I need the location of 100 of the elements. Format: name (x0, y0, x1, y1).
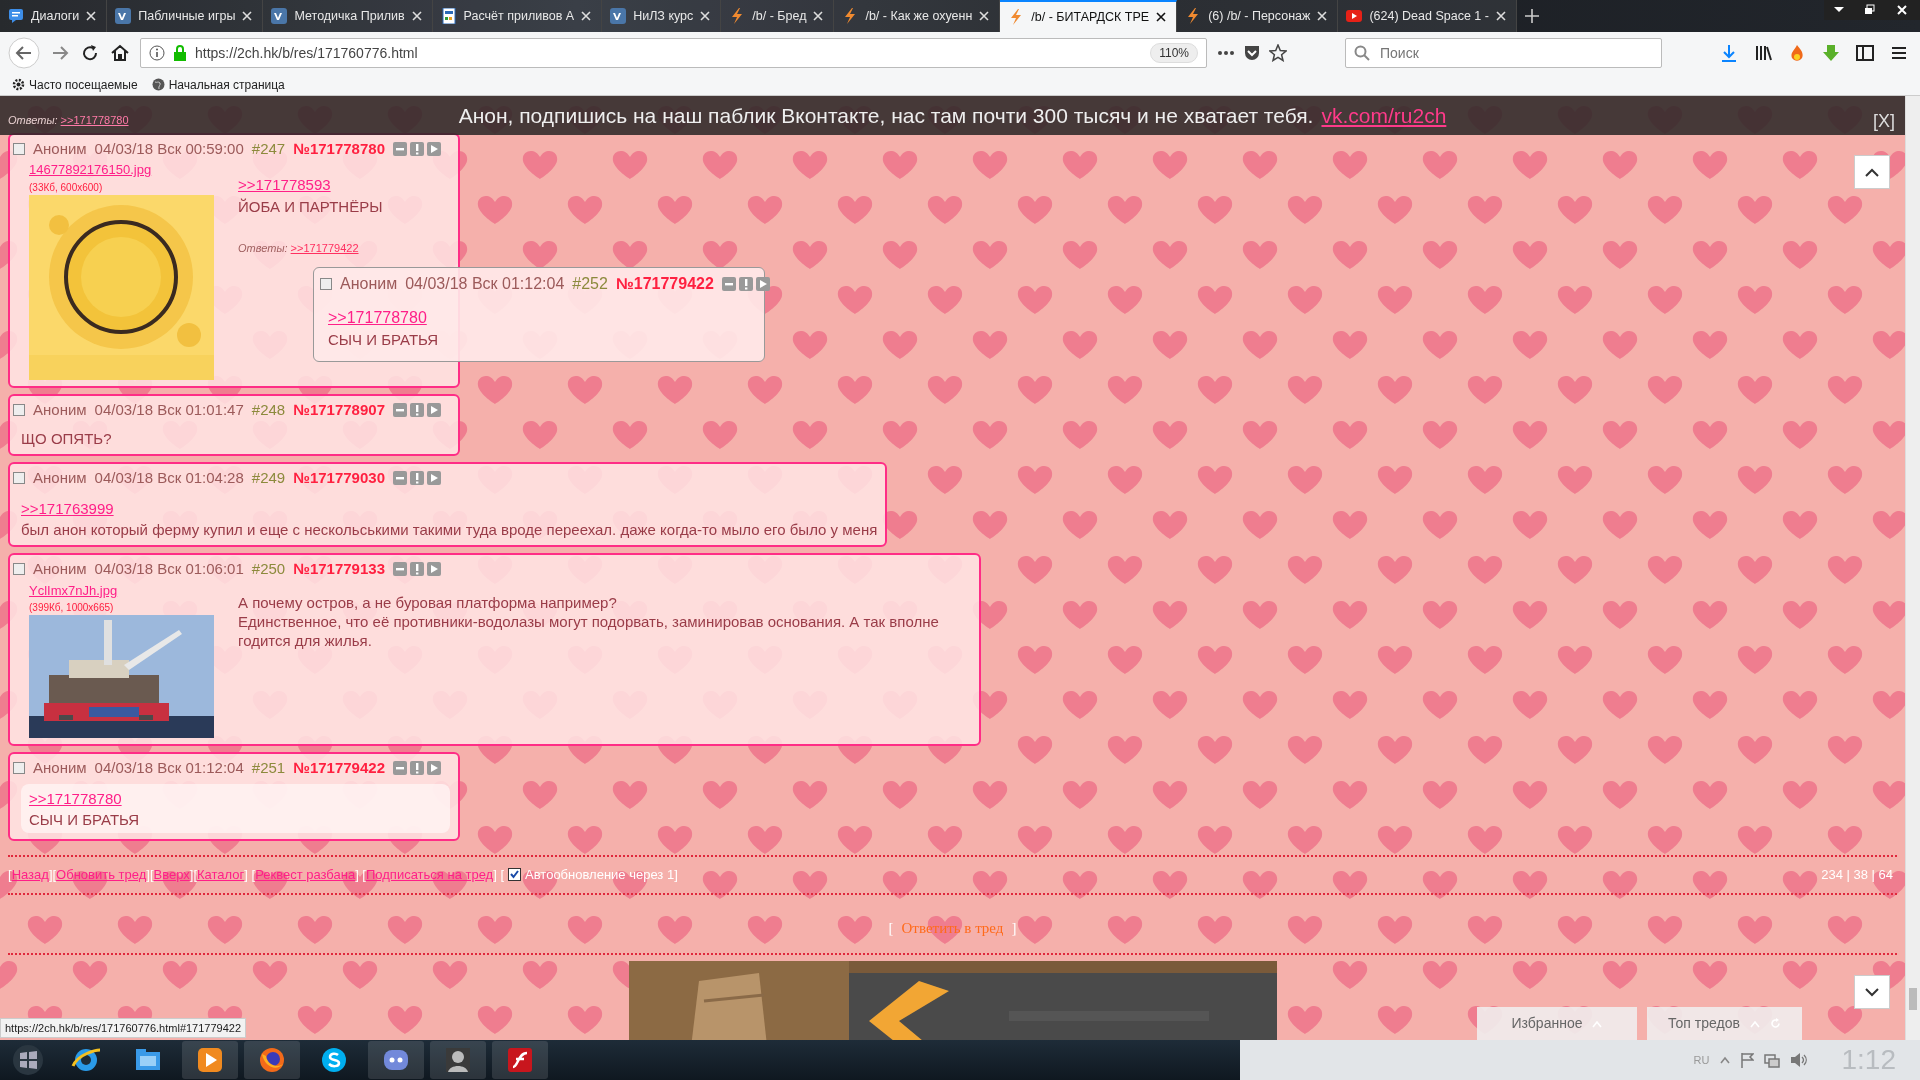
star-icon[interactable] (1269, 44, 1287, 62)
minus-icon[interactable] (393, 562, 407, 577)
close-link[interactable]: [X] (1873, 108, 1895, 135)
lock-icon (173, 45, 187, 61)
checkbox[interactable] (13, 762, 25, 775)
reply-link[interactable]: >>171778780 (60, 114, 129, 126)
library-icon[interactable] (1754, 44, 1772, 62)
home-icon[interactable] (110, 43, 130, 63)
network-icon[interactable] (1763, 1052, 1780, 1068)
play-icon[interactable] (427, 761, 441, 776)
play-icon[interactable] (755, 277, 770, 291)
bracket-text: ] [ (493, 866, 505, 884)
info-icon[interactable] (149, 45, 165, 61)
checkbox[interactable] (13, 563, 25, 576)
back-icon[interactable] (8, 37, 40, 69)
language-indicator[interactable]: RU (1693, 1051, 1710, 1069)
browser-tab[interactable]: Диалоги (0, 0, 108, 32)
post-date: 04/03/18 Вск 00:59:00 (94, 138, 244, 159)
post-id[interactable]: №171778780 (293, 137, 385, 160)
exclamation-icon[interactable] (410, 471, 424, 486)
flash-icon[interactable] (492, 1041, 548, 1079)
exclamation-icon[interactable] (410, 141, 424, 156)
reply-link[interactable]: >>171778780 (328, 306, 427, 330)
reload-icon[interactable] (80, 43, 100, 63)
checkbox[interactable] (13, 403, 25, 416)
post-id[interactable]: №171779133 (293, 558, 385, 581)
vk-link[interactable]: vk.com/ru2ch (1321, 99, 1447, 132)
reply-link[interactable]: >>171779422 (290, 241, 359, 254)
checkbox[interactable] (13, 472, 25, 485)
browser-tab[interactable]: (624) Dead Space 1 - (1338, 0, 1517, 32)
minus-icon[interactable] (721, 277, 736, 291)
browser-tab[interactable]: Пабличные игры (107, 0, 264, 32)
speaker-icon[interactable] (1789, 1052, 1808, 1068)
post-id[interactable]: №171779422 (293, 757, 385, 780)
avatar-icon[interactable] (430, 1041, 486, 1079)
shield-icon[interactable] (1243, 44, 1261, 62)
firefox-icon[interactable] (244, 1041, 300, 1079)
scroll-up-button[interactable] (1854, 155, 1890, 189)
post-id[interactable]: №171779030 (293, 467, 385, 490)
post-id[interactable]: №171779422 (615, 272, 714, 296)
minimize-icon[interactable] (1824, 0, 1854, 20)
post-number: #250 (251, 559, 286, 579)
bracket-text: ][ (48, 866, 57, 884)
search-field[interactable]: Поиск (1345, 38, 1662, 68)
file-link[interactable]: YclImx7nJh.jpg (29, 580, 118, 600)
browser-tab[interactable]: Расчёт приливов А (432, 0, 603, 32)
sidebar-icon[interactable] (1856, 44, 1874, 62)
browser-tab[interactable]: (6) /b/ - Персонаж (1177, 0, 1339, 32)
minus-icon[interactable] (393, 761, 407, 776)
play-icon[interactable] (427, 402, 441, 417)
browser-tab[interactable]: /b/ - Бред (721, 0, 835, 32)
reply-link[interactable]: >>171778593 (238, 174, 331, 197)
file-link[interactable]: 14677892176150.jpg (29, 160, 152, 180)
more-icon[interactable] (1217, 50, 1235, 56)
panel-tab[interactable]: Топ тредов (1647, 1007, 1802, 1040)
play-icon[interactable] (427, 471, 441, 486)
chevron-up-icon[interactable] (1719, 1056, 1730, 1064)
reply-link[interactable]: >>171763999 (21, 497, 114, 520)
checkbox[interactable] (320, 278, 332, 290)
close-icon[interactable] (1156, 12, 1167, 22)
address-field[interactable]: https://2ch.hk/b/res/171760776.html 110% (140, 38, 1207, 68)
menu-icon[interactable] (1890, 44, 1908, 62)
reply-thread-link[interactable]: Ответить в тред (901, 916, 1004, 939)
browser-tab[interactable]: Методичка Прилив (263, 0, 433, 32)
reply-link[interactable]: >>171778780 (29, 787, 122, 810)
browser-tab[interactable]: /b/ - БИТАРДСК ТРЕ (1000, 0, 1178, 32)
checkbox[interactable] (13, 142, 25, 155)
exclamation-icon[interactable] (410, 761, 424, 776)
checkbox[interactable] (508, 868, 522, 882)
post-text: ЙОБА И ПАРТНЁРЫ (238, 196, 383, 216)
zoom-level[interactable]: 110% (1150, 43, 1198, 63)
exclamation-icon[interactable] (410, 562, 424, 577)
play-icon[interactable] (427, 562, 441, 577)
minus-icon[interactable] (393, 141, 407, 156)
browser-tab[interactable]: НиЛЗ курс (602, 0, 722, 32)
new-tab-icon[interactable] (1524, 9, 1539, 23)
nav-link-text[interactable]: Обновить тред (56, 865, 147, 885)
flame-icon[interactable] (1788, 44, 1806, 62)
play-icon[interactable] (427, 141, 441, 156)
close-icon[interactable] (1884, 0, 1920, 20)
chat-icon (8, 8, 24, 24)
discord-icon[interactable] (368, 1041, 424, 1079)
post-id[interactable]: №171778907 (293, 398, 385, 421)
minus-icon[interactable] (393, 402, 407, 417)
bookmark[interactable]: Начальная страница (151, 75, 285, 94)
panel-tab[interactable]: Избранное (1477, 1007, 1637, 1040)
flag-icon[interactable] (1739, 1052, 1754, 1068)
exclamation-icon[interactable] (410, 402, 424, 417)
post-number: #247 (251, 138, 286, 159)
minus-icon[interactable] (393, 471, 407, 486)
browser-tab[interactable]: /b/ - Как же охуенн (834, 0, 1001, 32)
scrollbar[interactable] (1905, 96, 1920, 1040)
chevron-up-icon (1865, 167, 1879, 177)
scroll-down-button[interactable] (1854, 975, 1890, 1009)
media-player-icon[interactable] (182, 1041, 238, 1079)
search-input[interactable]: Поиск (1378, 41, 1638, 65)
bookmark[interactable]: Часто посещаемые (12, 75, 138, 94)
bracket-text: ][ (146, 866, 154, 884)
exclamation-icon[interactable] (738, 277, 753, 291)
download-icon[interactable] (1720, 44, 1738, 62)
